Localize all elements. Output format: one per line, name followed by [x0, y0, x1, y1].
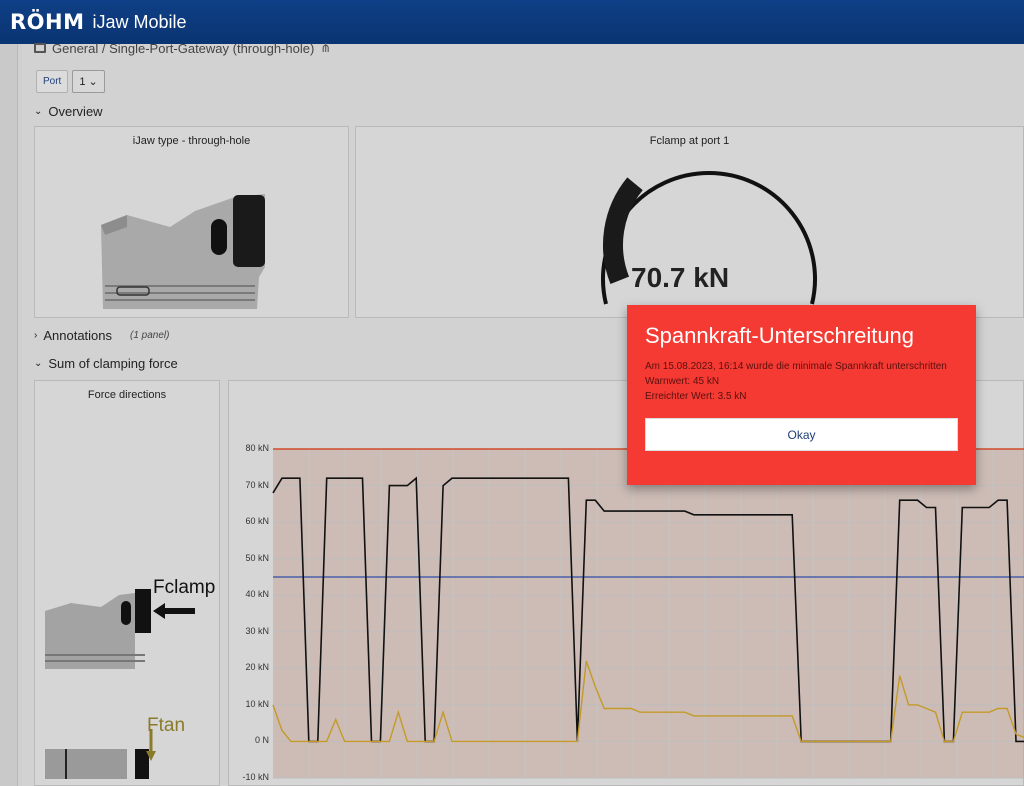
breadcrumb[interactable]: General / Single-Port-Gateway (through-h… — [34, 40, 331, 56]
section-sum-clamping-force[interactable]: ⌄ Sum of clamping force — [34, 356, 178, 371]
alert-dialog: Spannkraft-Unterschreitung Am 15.08.2023… — [627, 305, 976, 485]
y-tick-label: 40 kN — [245, 589, 269, 600]
section-subtitle: (1 panel) — [130, 330, 170, 341]
y-tick-label: 50 kN — [245, 552, 269, 563]
y-tick-label: 70 kN — [245, 479, 269, 490]
fclamp-label: Fclamp — [153, 577, 216, 598]
side-strip — [0, 44, 18, 786]
y-tick-label: -10 kN — [242, 772, 269, 782]
app-title: iJaw Mobile — [92, 11, 187, 32]
panel-fclamp-gauge: Fclamp at port 1 70.7 kN — [355, 126, 1024, 318]
chevron-right-icon: › — [34, 330, 38, 341]
port-variable-row: Port 1 ⌄ — [36, 70, 105, 93]
alert-warning-value: Warnwert: 45 kN — [645, 376, 720, 387]
share-icon[interactable]: ⋔ — [320, 40, 331, 56]
section-title: Sum of clamping force — [48, 356, 178, 371]
alert-title: Spannkraft-Unterschreitung — [645, 323, 915, 348]
okay-button[interactable]: Okay — [645, 418, 958, 451]
section-annotations[interactable]: › Annotations (1 panel) — [34, 328, 169, 343]
chevron-down-icon: ⌄ — [34, 358, 43, 369]
dashboard-grid-icon — [34, 43, 46, 53]
panel-force-directions: Force directions Fclamp Ftan — [34, 380, 220, 786]
section-title: Annotations — [43, 328, 113, 343]
chevron-down-icon: ⌄ — [34, 106, 43, 117]
port-label: Port — [36, 70, 69, 93]
section-overview[interactable]: ⌄ Overview — [34, 104, 103, 119]
gauge-value: 70.7 kN — [631, 262, 730, 293]
app-header: RÖHM iJaw Mobile — [0, 0, 1024, 44]
y-tick-label: 20 kN — [245, 662, 269, 673]
y-tick-label: 80 kN — [245, 443, 269, 453]
y-tick-label: 30 kN — [245, 625, 269, 636]
port-select[interactable]: 1 ⌄ — [72, 70, 105, 93]
jaw-image — [101, 194, 265, 309]
alert-reached-value: Erreichter Wert: 3.5 kN — [645, 391, 747, 402]
panel-ijaw-type: iJaw type - through-hole — [34, 126, 349, 318]
alert-message: Am 15.08.2023, 16:14 wurde die minimale … — [645, 361, 947, 372]
y-tick-label: 0 N — [254, 735, 269, 746]
brand-logo: RÖHM — [10, 10, 85, 34]
y-tick-label: 60 kN — [245, 516, 269, 527]
breadcrumb-text[interactable]: General / Single-Port-Gateway (through-h… — [52, 41, 314, 56]
ftan-label: Ftan — [147, 715, 186, 736]
section-title: Overview — [48, 104, 103, 119]
y-tick-label: 10 kN — [245, 698, 269, 709]
